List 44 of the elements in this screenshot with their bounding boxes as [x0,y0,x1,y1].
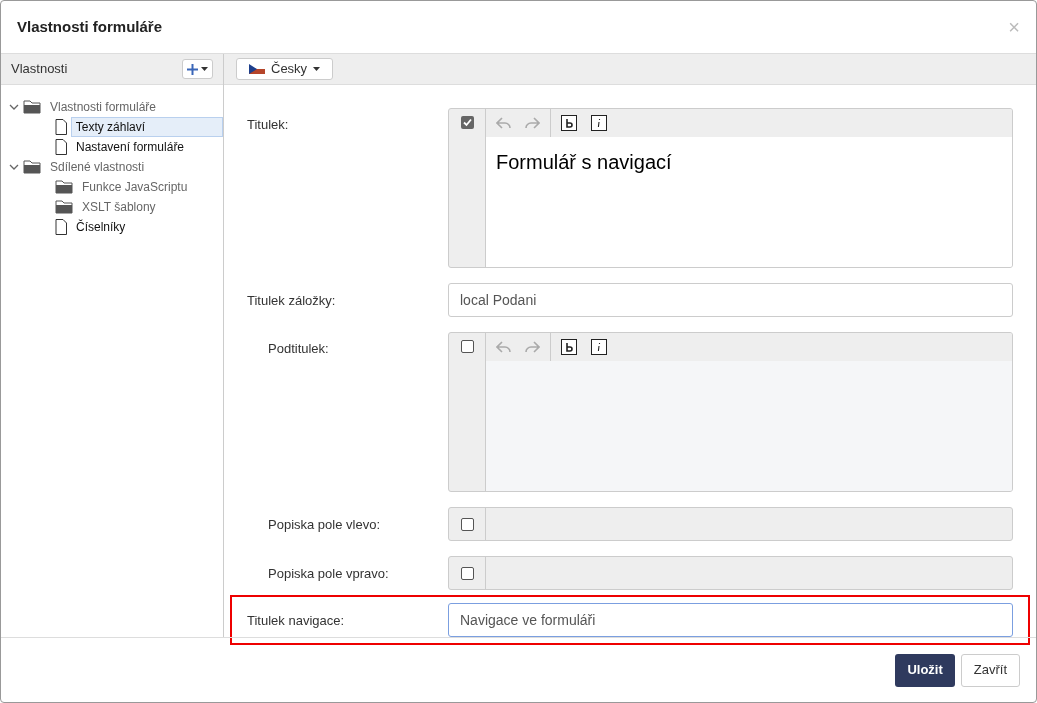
close-dialog-button[interactable]: Zavřít [960,653,1020,687]
folder-icon [55,200,73,214]
editor-area[interactable]: Formulář s navigací [486,137,1012,267]
chevron-icon[interactable] [9,102,19,112]
flag-icon [249,64,265,74]
save-button[interactable]: Uložit [895,653,955,687]
bold-icon[interactable] [561,339,577,355]
caret-icon [313,67,321,71]
chevron-icon[interactable] [9,162,19,172]
add-dropdown-button[interactable] [182,59,213,79]
field-label: Popiska pole vpravo: [267,565,390,583]
folder-icon [23,100,41,114]
text-field[interactable]: local Podani [448,283,1013,317]
dialog-title: Vlastnosti formuláře [17,16,163,37]
bold-icon[interactable] [561,115,577,131]
checkbox[interactable] [460,116,474,129]
checkbox[interactable] [460,340,474,353]
tree-item[interactable]: Texty záhlaví [70,117,223,137]
tree-item[interactable]: XSLT šablony [77,197,161,217]
caret-icon [201,67,208,71]
field-label: Popiska pole vlevo: [267,516,381,534]
field-label: Titulek navigace: [247,612,346,630]
field-label: Titulek: [247,116,290,134]
tree-item[interactable]: Nastavení formuláře [71,137,190,157]
tree-item[interactable]: Vlastnosti formuláře [45,97,162,117]
document-icon [55,219,67,235]
sidebar-title: Vlastnosti [11,60,68,79]
checkbox[interactable] [460,517,474,531]
tree-item[interactable]: Funkce JavaScriptu [77,177,193,197]
tree-item[interactable]: Sdílené vlastnosti [45,157,150,177]
language-dropdown[interactable]: Česky [236,58,334,80]
plus-icon [187,63,198,75]
tree-item[interactable]: Číselníky [71,217,131,237]
document-icon [55,139,67,155]
folder-icon [55,180,73,194]
checkbox[interactable] [460,566,474,580]
text-field[interactable]: Navigace ve formuláři [448,603,1013,637]
field-label: Titulek záložky: [247,292,337,310]
italic-icon[interactable] [591,115,607,131]
document-icon [54,119,67,135]
italic-icon[interactable] [591,339,607,355]
editor-text: Formulář s navigací [496,150,673,175]
field-label: Podtitulek: [267,340,330,358]
folder-icon [23,160,41,174]
